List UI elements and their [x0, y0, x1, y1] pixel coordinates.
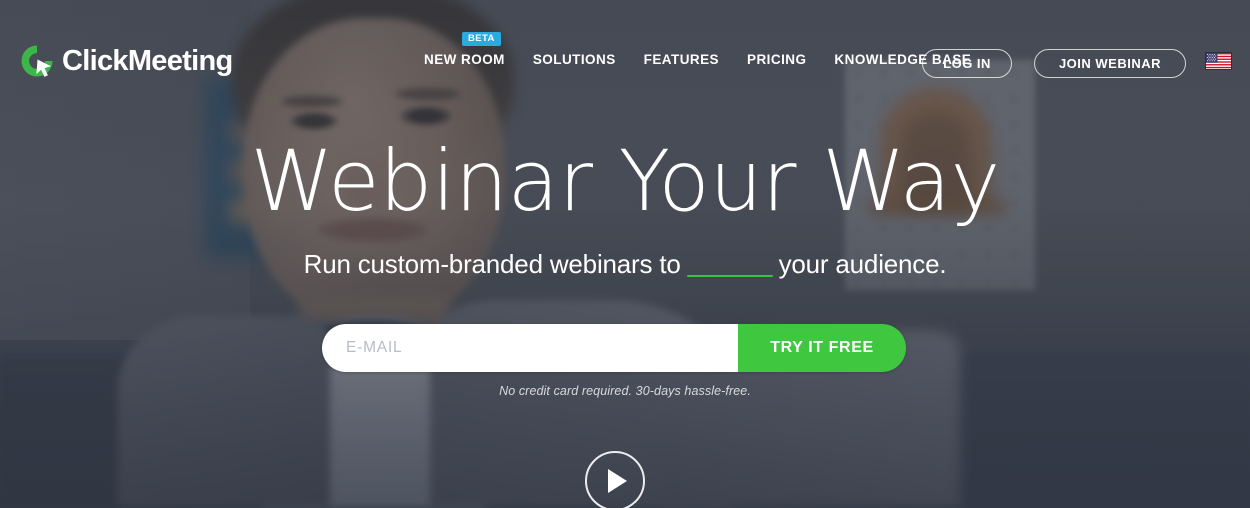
page-title: Webinar Your Way [250, 132, 1000, 230]
nav-item-solutions[interactable]: SOLUTIONS [533, 52, 616, 67]
nav-item-new-room[interactable]: NEW ROOM BETA [424, 32, 505, 67]
beta-badge: BETA [462, 32, 501, 46]
nav-item-new-room-label: NEW ROOM [424, 52, 505, 67]
log-in-button[interactable]: LOG IN [922, 49, 1012, 78]
clickmeeting-cursor-logo-icon [18, 42, 56, 80]
play-video-button[interactable] [585, 451, 645, 508]
signup-form: TRY IT FREE [322, 324, 906, 372]
brand-name: ClickMeeting [62, 44, 233, 77]
join-webinar-button[interactable]: JOIN WEBINAR [1033, 49, 1186, 78]
brand-logo[interactable]: ClickMeeting [18, 42, 233, 80]
hero-subtitle-suffix: your audience. [778, 249, 947, 279]
hero-subtitle-prefix: Run custom-branded webinars to [303, 249, 681, 279]
main-navigation: NEW ROOM BETA SOLUTIONS FEATURES PRICING… [424, 32, 971, 67]
site-header: ClickMeeting NEW ROOM BETA SOLUTIONS FEA… [0, 0, 1250, 104]
hero-subtitle: Run custom-branded webinars to your audi… [0, 243, 1250, 281]
email-input[interactable] [322, 324, 738, 372]
try-it-free-button[interactable]: TRY IT FREE [738, 324, 906, 372]
signup-disclaimer: No credit card required. 30-days hassle-… [499, 384, 751, 398]
hero-typed-word-slot [686, 243, 773, 277]
nav-item-pricing[interactable]: PRICING [747, 52, 806, 67]
nav-item-features[interactable]: FEATURES [644, 52, 719, 67]
play-triangle-icon [608, 469, 627, 493]
hero-section: ClickMeeting NEW ROOM BETA SOLUTIONS FEA… [0, 0, 1250, 508]
header-action-buttons: LOG IN JOIN WEBINAR [922, 49, 1186, 78]
us-flag-icon[interactable] [1205, 52, 1232, 70]
